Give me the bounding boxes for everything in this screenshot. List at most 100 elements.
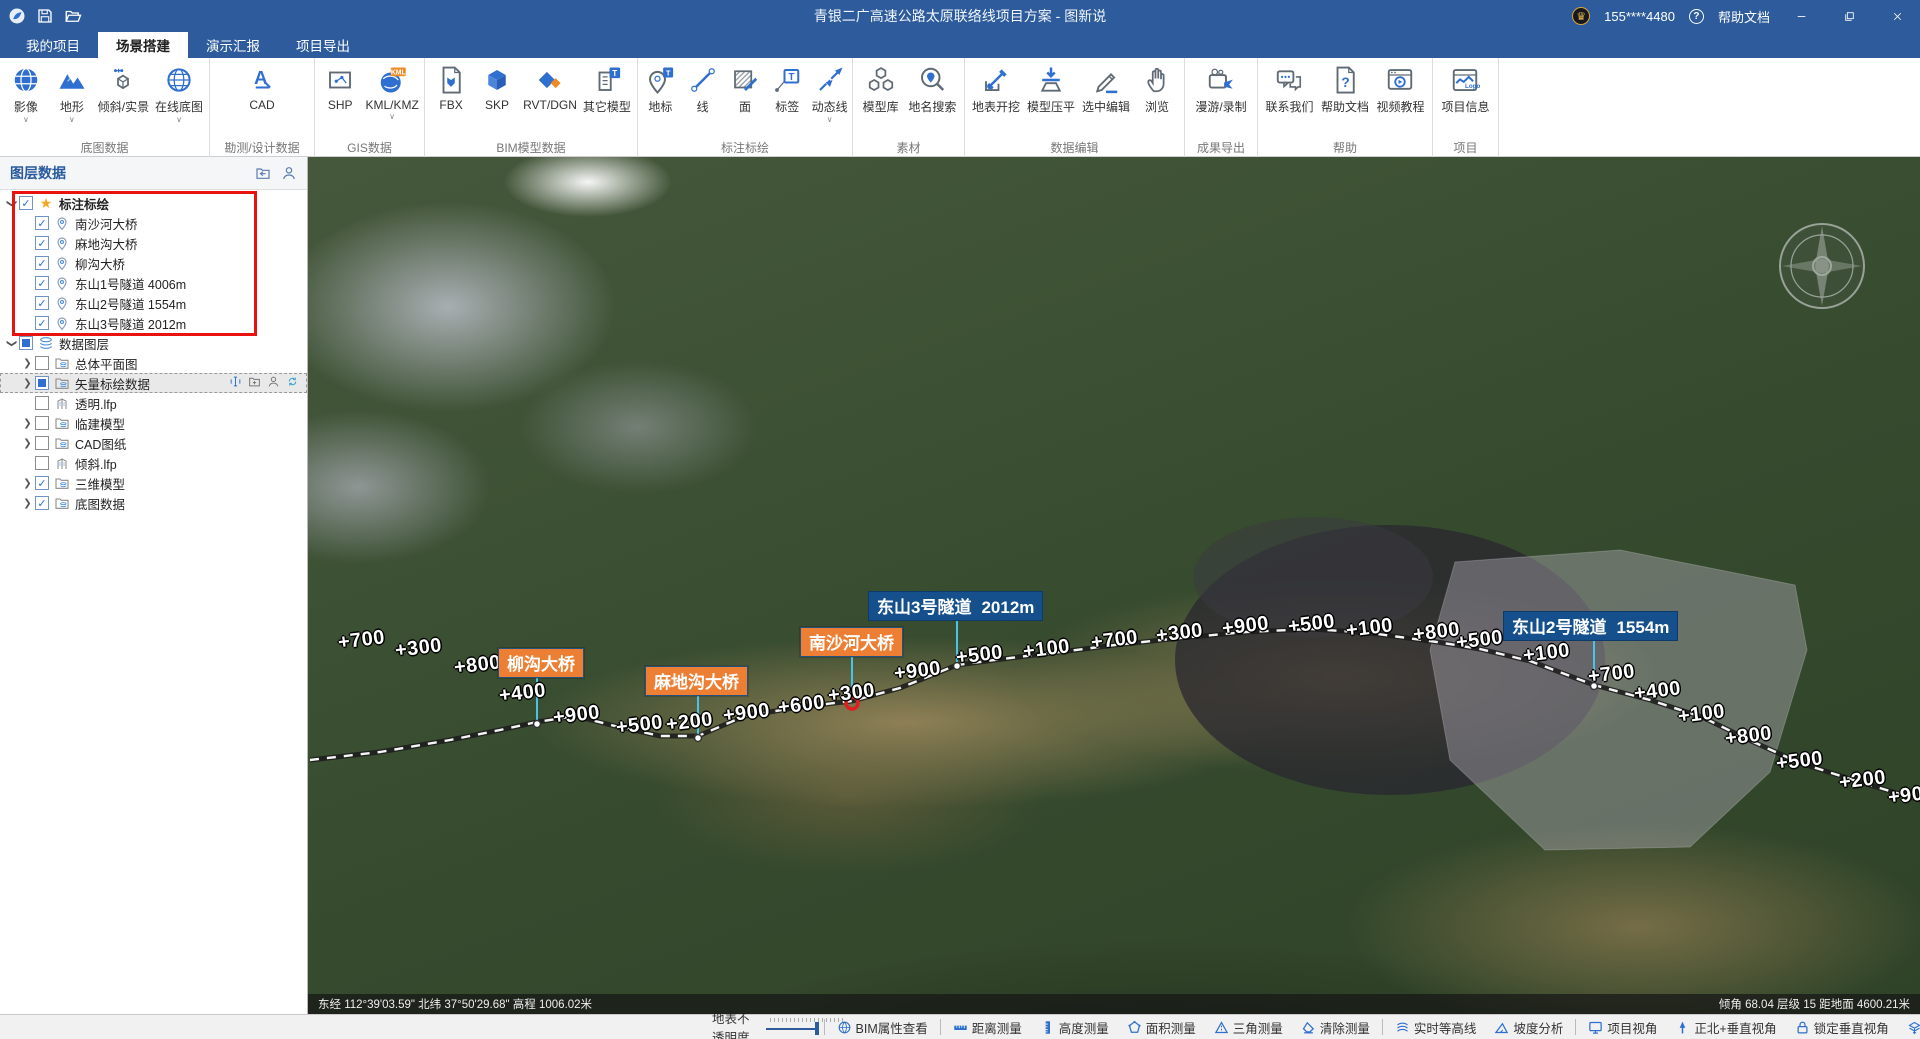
tunnel-label-东山2号隧道[interactable]: 东山2号隧道1554m [1503, 611, 1678, 641]
tab-我的项目[interactable]: 我的项目 [8, 32, 98, 58]
ribbon-button-FBX[interactable]: FBX [431, 65, 471, 112]
layer-checkbox[interactable] [19, 336, 33, 350]
restore-button[interactable] [1832, 3, 1866, 29]
layer-tree-item-麻地沟大桥[interactable]: ✓麻地沟大桥 [0, 233, 307, 253]
layer-checkbox[interactable] [35, 376, 49, 390]
tool-三角测量[interactable]: 三角测量 [1205, 1018, 1292, 1037]
layer-checkbox[interactable] [35, 356, 49, 370]
bridge-label-柳沟大桥[interactable]: 柳沟大桥 [498, 648, 584, 678]
tool-实时等高线[interactable]: 实时等高线 [1386, 1018, 1486, 1037]
layer-tree-item-南沙河大桥[interactable]: ✓南沙河大桥 [0, 213, 307, 233]
open-folder-icon[interactable] [64, 7, 82, 25]
minimize-button[interactable] [1784, 3, 1818, 29]
ribbon-button-线[interactable]: 线 [683, 65, 723, 115]
plot-user-icon[interactable] [281, 165, 297, 181]
ribbon-button-视频教程[interactable]: 视频教程 [1376, 65, 1424, 115]
tool-锁定垂直视角[interactable]: 锁定垂直视角 [1786, 1018, 1898, 1037]
layer-tree-item-东山2号隧道 1554m[interactable]: ✓东山2号隧道 1554m [0, 293, 307, 313]
sync-action[interactable] [286, 375, 299, 391]
layer-tree-item-底图数据[interactable]: ❯✓底图数据 [0, 493, 307, 513]
layer-checkbox[interactable] [35, 416, 49, 430]
close-button[interactable] [1880, 3, 1914, 29]
ribbon-button-地标[interactable]: T地标 [640, 65, 680, 115]
ribbon-button-动态线[interactable]: 动态线∨ [810, 65, 850, 123]
layer-tree-item-东山3号隧道 2012m[interactable]: ✓东山3号隧道 2012m [0, 313, 307, 333]
tool-正北+垂直视角[interactable]: 正北+垂直视角 [1666, 1018, 1785, 1037]
rename-action[interactable] [229, 375, 242, 391]
layer-checkbox[interactable]: ✓ [35, 276, 49, 290]
expand-arrow-icon[interactable]: ❯ [20, 498, 35, 509]
ribbon-button-项目信息[interactable]: Logo项目信息 [1441, 65, 1489, 115]
ribbon-button-模型库[interactable]: 模型库 [861, 65, 901, 115]
layer-tree-item-三维模型[interactable]: ❯✓三维模型 [0, 473, 307, 493]
ribbon-button-联系我们[interactable]: 联系我们 [1265, 65, 1313, 115]
layer-tree-item-标注标绘[interactable]: ❯✓★标注标绘 [0, 193, 307, 213]
ribbon-button-倾斜/实景[interactable]: 倾斜/实景 [98, 65, 149, 115]
layer-checkbox[interactable]: ✓ [35, 216, 49, 230]
surface-opacity-slider[interactable] [766, 1020, 820, 1034]
ribbon-button-面[interactable]: 面 [725, 65, 765, 115]
layer-checkbox[interactable]: ✓ [35, 316, 49, 330]
tool-坡度分析[interactable]: 坡度分析 [1485, 1018, 1572, 1037]
layer-tree-item-临建模型[interactable]: ❯临建模型 [0, 413, 307, 433]
ribbon-button-其它模型[interactable]: T其它模型 [583, 65, 631, 115]
layer-checkbox[interactable]: ✓ [35, 236, 49, 250]
tool-清除测量[interactable]: 清除测量 [1292, 1018, 1379, 1037]
tool-项目视角[interactable]: 项目视角 [1579, 1018, 1666, 1037]
help-circle-icon[interactable]: ? [1689, 9, 1704, 24]
compass-icon[interactable] [1780, 224, 1864, 308]
ribbon-button-RVT/DGN[interactable]: RVT/DGN [523, 65, 577, 112]
bridge-label-麻地沟大桥[interactable]: 麻地沟大桥 [645, 666, 748, 696]
layer-checkbox[interactable] [35, 436, 49, 450]
add-folder-action[interactable] [248, 375, 261, 391]
chevron-down-icon[interactable]: ∨ [827, 116, 833, 123]
ribbon-button-标签[interactable]: T标签 [767, 65, 807, 115]
tunnel-label-东山3号隧道[interactable]: 东山3号隧道2012m [868, 591, 1043, 621]
ribbon-button-模型压平[interactable]: 模型压平 [1027, 65, 1075, 115]
layer-checkbox[interactable] [35, 456, 49, 470]
ribbon-button-在线底图[interactable]: 在线底图∨ [155, 65, 203, 123]
chevron-down-icon[interactable]: ∨ [23, 116, 29, 123]
ribbon-button-SHP[interactable]: SHP [320, 65, 360, 112]
ribbon-button-KML/KMZ[interactable]: KMLKML/KMZ∨ [365, 65, 418, 120]
account-number[interactable]: 155****4480 [1604, 9, 1675, 24]
layer-tree-item-柳沟大桥[interactable]: ✓柳沟大桥 [0, 253, 307, 273]
layer-checkbox[interactable]: ✓ [35, 476, 49, 490]
ribbon-button-漫游/录制[interactable]: 漫游/录制 [1195, 65, 1246, 115]
layer-checkbox[interactable]: ✓ [19, 196, 33, 210]
ribbon-button-地表开挖[interactable]: 地表开挖 [972, 65, 1020, 115]
layer-tree-item-东山1号隧道 4006m[interactable]: ✓东山1号隧道 4006m [0, 273, 307, 293]
ribbon-button-浏览[interactable]: 浏览 [1137, 65, 1177, 115]
tool-面积测量[interactable]: 面积测量 [1118, 1018, 1205, 1037]
chevron-down-icon[interactable]: ∨ [176, 116, 182, 123]
slider-handle[interactable] [815, 1022, 819, 1035]
user-action[interactable] [267, 375, 280, 391]
tool-高度测量[interactable]: 高度测量 [1031, 1018, 1118, 1037]
tab-演示汇报[interactable]: 演示汇报 [188, 32, 278, 58]
expand-arrow-icon[interactable]: ❯ [20, 378, 35, 389]
expand-arrow-icon[interactable]: ❯ [20, 358, 35, 369]
help-doc-link[interactable]: 帮助文档 [1718, 7, 1770, 26]
collapse-arrow-icon[interactable]: ❯ [6, 336, 17, 351]
expand-arrow-icon[interactable]: ❯ [20, 478, 35, 489]
layer-tree-item-数据图层[interactable]: ❯数据图层 [0, 333, 307, 353]
expand-arrow-icon[interactable]: ❯ [20, 418, 35, 429]
ribbon-button-地形[interactable]: 地形∨ [52, 65, 92, 123]
ribbon-button-影像[interactable]: 影像∨ [6, 65, 46, 123]
ribbon-button-CAD[interactable]: ACAD [242, 65, 282, 112]
layer-checkbox[interactable]: ✓ [35, 496, 49, 510]
layer-checkbox[interactable]: ✓ [35, 296, 49, 310]
layer-tree-item-总体平面图[interactable]: ❯总体平面图 [0, 353, 307, 373]
tab-项目导出[interactable]: 项目导出 [278, 32, 368, 58]
layer-checkbox[interactable] [35, 396, 49, 410]
layer-tree-item-透明.lfp[interactable]: 透明.lfp [0, 393, 307, 413]
map-viewport[interactable]: 柳沟大桥麻地沟大桥南沙河大桥东山3号隧道2012m东山2号隧道1554m+700… [308, 157, 1920, 1014]
collapse-arrow-icon[interactable]: ❯ [6, 196, 17, 211]
chevron-down-icon[interactable]: ∨ [389, 113, 395, 120]
bridge-label-南沙河大桥[interactable]: 南沙河大桥 [800, 627, 903, 657]
layer-tree-item-倾斜.lfp[interactable]: 倾斜.lfp [0, 453, 307, 473]
ribbon-button-选中编辑[interactable]: 选中编辑 [1082, 65, 1130, 115]
tool-地下视角[interactable]: 地下视角 [1898, 1018, 1920, 1037]
ribbon-button-地名搜索[interactable]: 地名搜索 [908, 65, 956, 115]
ribbon-button-SKP[interactable]: SKP [477, 65, 517, 112]
